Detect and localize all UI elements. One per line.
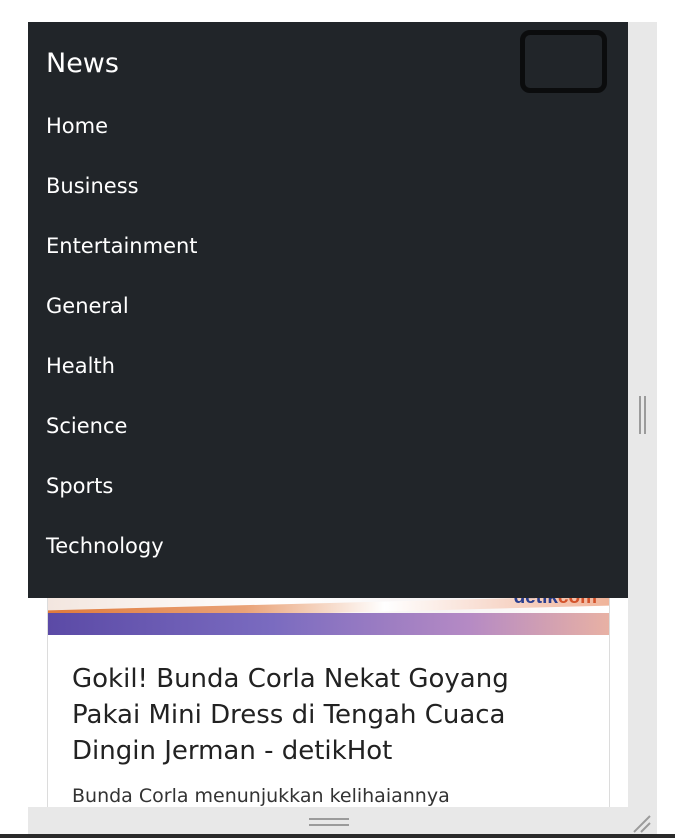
nav-item-science[interactable]: Science [46,406,198,466]
grip-line [309,818,349,820]
news-card-title[interactable]: Gokil! Bunda Corla Nekat Goyang Pakai Mi… [72,661,572,769]
bottom-border [0,834,675,838]
resize-handle-right[interactable] [639,396,647,434]
nav-item-health[interactable]: Health [46,346,198,406]
navbar-toggler-button[interactable] [520,30,607,93]
nav-menu: Home Business Entertainment General Heal… [46,106,198,586]
nav-item-home[interactable]: Home [46,106,198,166]
nav-item-business[interactable]: Business [46,166,198,226]
navbar: News Home Business Entertainment General… [28,22,628,598]
nav-item-entertainment[interactable]: Entertainment [46,226,198,286]
nav-item-sports[interactable]: Sports [46,466,198,526]
news-card[interactable]: detikcom Gokil! Bunda Corla Nekat Goyang… [47,577,610,807]
image-stripe [48,613,609,635]
resize-handle-bottom[interactable] [309,818,349,828]
nav-item-technology[interactable]: Technology [46,526,198,586]
page-viewport: detikcom Gokil! Bunda Corla Nekat Goyang… [28,22,628,807]
navbar-brand[interactable]: News [46,48,119,79]
nav-item-general[interactable]: General [46,286,198,346]
grip-line [644,396,646,434]
grip-line [309,824,349,826]
grip-line [639,396,641,434]
resize-corner-grip-icon[interactable] [632,814,652,834]
news-card-description: Bunda Corla menunjukkan kelihaiannya [72,785,450,807]
